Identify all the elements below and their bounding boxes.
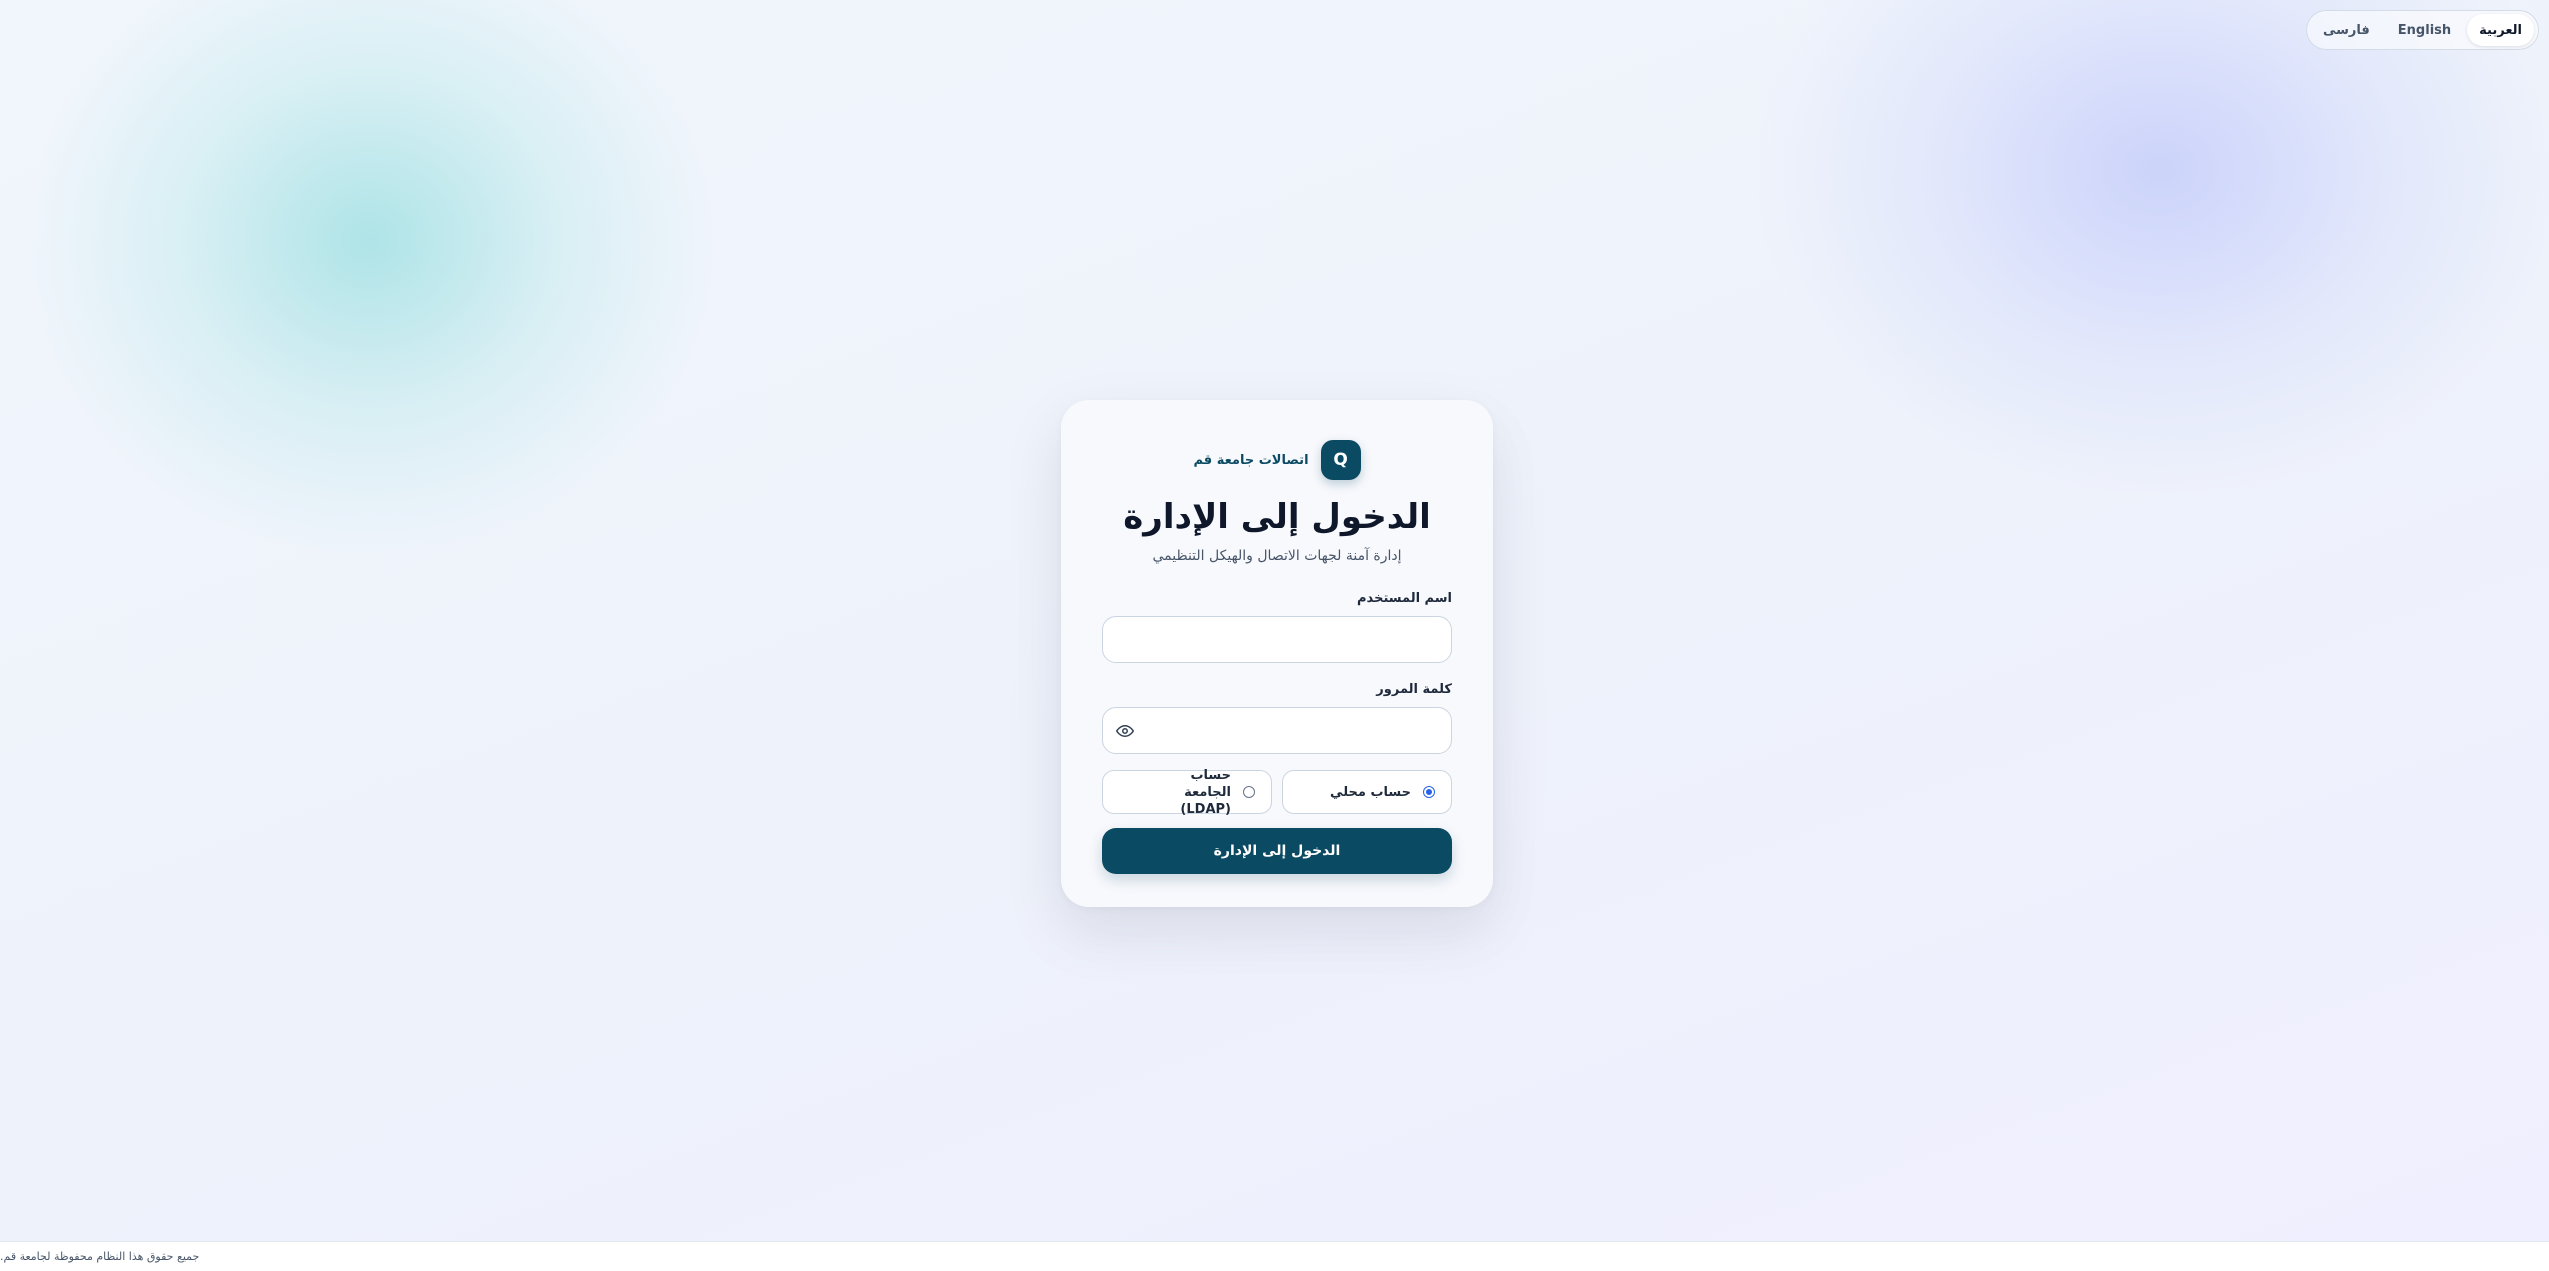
brand: Q اتصالات جامعة قم — [1193, 440, 1361, 480]
footer-copyright: جميع حقوق هذا النظام محفوظة لجامعة قم. — [0, 1250, 200, 1263]
eye-icon[interactable] — [1116, 722, 1134, 740]
lang-option-english[interactable]: English — [2386, 14, 2463, 46]
username-label: اسم المستخدم — [1357, 591, 1452, 606]
page-title: الدخول إلى الإدارة — [1123, 497, 1431, 537]
radio-ldap[interactable] — [1243, 786, 1255, 798]
password-label: كلمة المرور — [1376, 682, 1452, 697]
password-input[interactable] — [1102, 707, 1452, 754]
login-form: اسم المستخدم كلمة المرور حساب محلي حساب … — [1102, 590, 1452, 874]
auth-option-ldap[interactable]: حساب الجامعة (LDAP) — [1102, 768, 1272, 817]
auth-option-local[interactable]: حساب محلي — [1282, 770, 1452, 814]
username-input[interactable] — [1102, 616, 1452, 663]
password-field-wrap — [1102, 707, 1452, 754]
auth-method-group: حساب محلي حساب الجامعة (LDAP) — [1102, 768, 1452, 817]
brand-logo: Q — [1320, 440, 1361, 480]
login-submit-button[interactable]: الدخول إلى الإدارة — [1102, 828, 1452, 874]
footer: جميع حقوق هذا النظام محفوظة لجامعة قم. — [0, 1241, 2549, 1271]
auth-option-ldap-label: حساب الجامعة (LDAP) — [1180, 767, 1231, 817]
radio-local[interactable] — [1423, 786, 1435, 798]
lang-option-arabic[interactable]: العربية — [2467, 14, 2534, 46]
username-field-wrap — [1102, 616, 1452, 663]
page-subtitle: إدارة آمنة لجهات الاتصال والهيكل التنظيم… — [1152, 548, 1402, 564]
lang-option-persian[interactable]: فارسی — [2311, 14, 2382, 46]
brand-name: اتصالات جامعة قم — [1193, 452, 1309, 468]
login-card: Q اتصالات جامعة قم الدخول إلى الإدارة إد… — [1061, 400, 1493, 907]
language-switcher: العربية English فارسی — [2305, 10, 2539, 50]
auth-option-local-label: حساب محلي — [1330, 784, 1411, 800]
